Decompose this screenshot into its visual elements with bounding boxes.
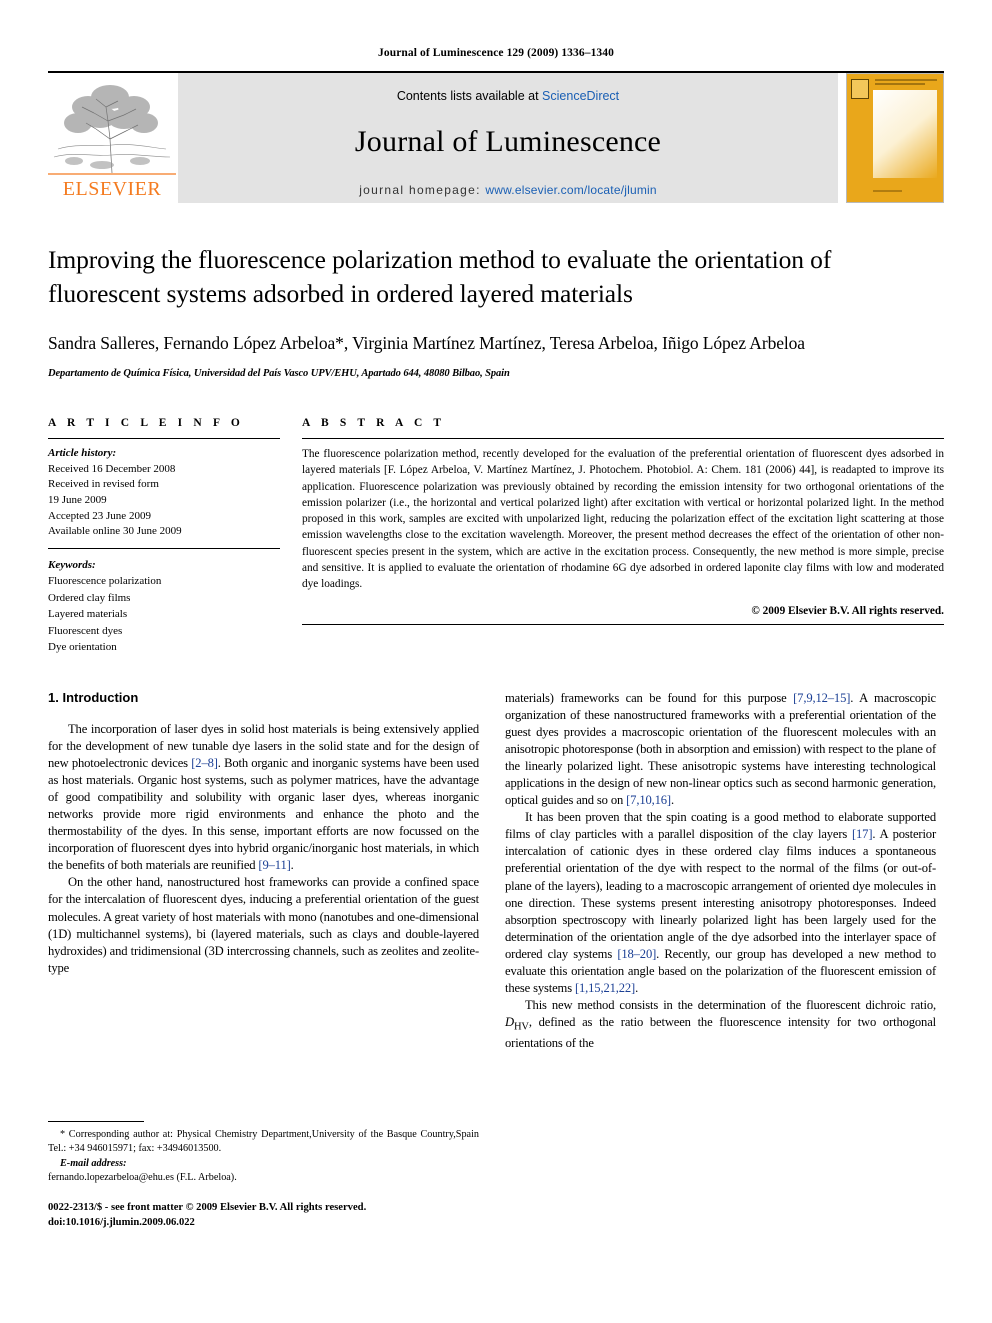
corresponding-author-text: * Corresponding author at: Physical Chem… [48,1129,479,1155]
keywords-label: Keywords: [48,558,96,571]
history-label: Article history: [48,447,117,460]
paragraph-right-1: materials) frameworks can be found for t… [505,690,936,809]
abstract-copyright-row: © 2009 Elsevier B.V. All rights reserved… [302,597,944,625]
abstract-heading: A B S T R A C T [302,417,446,430]
email-address-label: E-mail address: [60,1157,127,1169]
history-item: Available online 30 June 2009 [48,525,182,538]
issn-text: 0022-2313/$ - see front matter © 2009 El… [48,1202,367,1214]
issn-footer: 0022-2313/$ - see front matter © 2009 El… [48,1201,479,1230]
sciencedirect-link[interactable]: ScienceDirect [542,89,619,103]
symbol-subscript: HV [513,1021,529,1033]
paragraph-left-2: On the other hand, nanostructured host f… [48,875,479,975]
cover-gradient-panel [873,90,937,178]
history-item: Received in revised form [48,478,159,491]
citation-link[interactable]: [9–11] [258,858,290,872]
elsevier-tree-icon [48,77,176,177]
article-page: Journal of Luminescence 129 (2009) 1336–… [0,0,992,1323]
history-item: 19 June 2009 [48,493,107,506]
page-title: Improving the fluorescence polarization … [48,245,832,309]
symbol-dichroic-ratio: D [505,1015,514,1029]
elsevier-logo: ELSEVIER [48,73,176,203]
info-abstract-row: A R T I C L E I N F O Article history: R… [48,417,944,656]
paragraph-right-2: It has been proven that the spin coating… [505,809,936,997]
abstract-column: A B S T R A C T The fluorescence polariz… [302,417,944,656]
right-column: materials) frameworks can be found for t… [505,690,936,1230]
footnote-divider [48,1121,144,1123]
journal-banner: Contents lists available at ScienceDirec… [178,73,838,203]
citation-link[interactable]: [7,10,16] [626,793,671,807]
abstract-text: The fluorescence polarization method, re… [302,448,944,591]
keyword-item: Fluorescence polarization [48,575,162,588]
tree-illustration-icon [48,85,176,175]
running-head: Journal of Luminescence 129 (2009) 1336–… [378,47,614,59]
keyword-item: Ordered clay films [48,591,131,604]
journal-cover-thumbnail: JOURNAL OF LUMINESCENCE [846,73,944,203]
article-history: Article history: Received 16 December 20… [48,439,280,548]
paragraph-text: materials) frameworks can be found for t… [505,690,794,705]
article-info-heading: A R T I C L E I N F O [48,417,244,430]
cover-vertical-title: JOURNAL OF LUMINESCENCE [846,74,849,194]
paragraph-text: . [635,980,639,995]
article-history-block: Article history: Received 16 December 20… [48,438,280,549]
contents-prefix: Contents lists available at [396,89,539,103]
footnote-block: * Corresponding author at: Physical Chem… [48,1121,479,1230]
left-column: 1. Introduction The incorporation of las… [48,690,479,1230]
journal-title: Journal of Luminescence [354,125,662,158]
elsevier-wordmark: ELSEVIER [62,178,162,200]
citation-link[interactable]: [17] [852,827,873,841]
cover-elsevier-mark-icon [851,79,869,99]
paragraph-text: . [670,793,674,808]
history-item: Received 16 December 2008 [48,462,176,475]
author-list: Sandra Salleres, Fernando López Arbeloa*… [48,333,805,354]
contents-lists-line: Contents lists available at ScienceDirec… [178,89,838,103]
history-item: Accepted 23 June 2009 [48,509,151,522]
paragraph-text: This new method consists in the determin… [525,997,936,1012]
journal-homepage-line: journal homepage: www.elsevier.com/locat… [178,183,838,197]
section-heading-introduction: 1. Introduction [48,689,139,705]
keywords-block: Keywords: Fluorescence polarization Orde… [48,549,280,656]
citation-link[interactable]: [1,15,21,22] [575,981,635,995]
homepage-label: journal homepage: [359,183,481,197]
doi-text[interactable]: doi:10.1016/j.jlumin.2009.06.022 [48,1216,479,1230]
affiliation: Departamento de Química Física, Universi… [48,368,510,380]
paragraph-text: . [290,858,294,873]
paragraph-text: . A macroscopic organization of these na… [505,690,936,808]
article-info-column: A R T I C L E I N F O Article history: R… [48,417,280,656]
keyword-item: Fluorescent dyes [48,624,123,637]
corresponding-author-note: * Corresponding author at: Physical Chem… [48,1128,479,1185]
email-address-link[interactable]: fernando.lopezarbeloa@ehu.es (F.L. Arbel… [48,1171,479,1185]
citation-link[interactable]: [2–8] [191,756,218,770]
paragraph-text: . Both organic and inorganic systems hav… [48,755,479,873]
cover-luminescence-label: LUMINESCENCE [846,86,849,194]
abstract-block: The fluorescence polarization method, re… [302,438,944,596]
citation-link[interactable]: [7,9,12–15] [793,691,850,705]
keyword-item: Layered materials [48,608,128,621]
citation-link[interactable]: [18–20] [617,947,656,961]
title-block: Improving the fluorescence polarization … [48,243,944,379]
body-columns: 1. Introduction The incorporation of las… [48,690,944,1230]
homepage-url-link[interactable]: www.elsevier.com/locate/jlumin [485,183,656,197]
paragraph-right-3: This new method consists in the determin… [505,997,936,1052]
keyword-item: Dye orientation [48,641,117,654]
copyright-line: © 2009 Elsevier B.V. All rights reserved… [751,604,944,617]
paragraph-left-1: The incorporation of laser dyes in solid… [48,721,479,875]
paragraph-text: , defined as the ratio between the fluor… [505,1015,936,1050]
cover-bottom-rule [873,190,937,198]
paragraph-text: . A posterior intercalation of cationic … [505,827,936,961]
journal-masthead: ELSEVIER Contents lists available at Sci… [48,71,944,203]
